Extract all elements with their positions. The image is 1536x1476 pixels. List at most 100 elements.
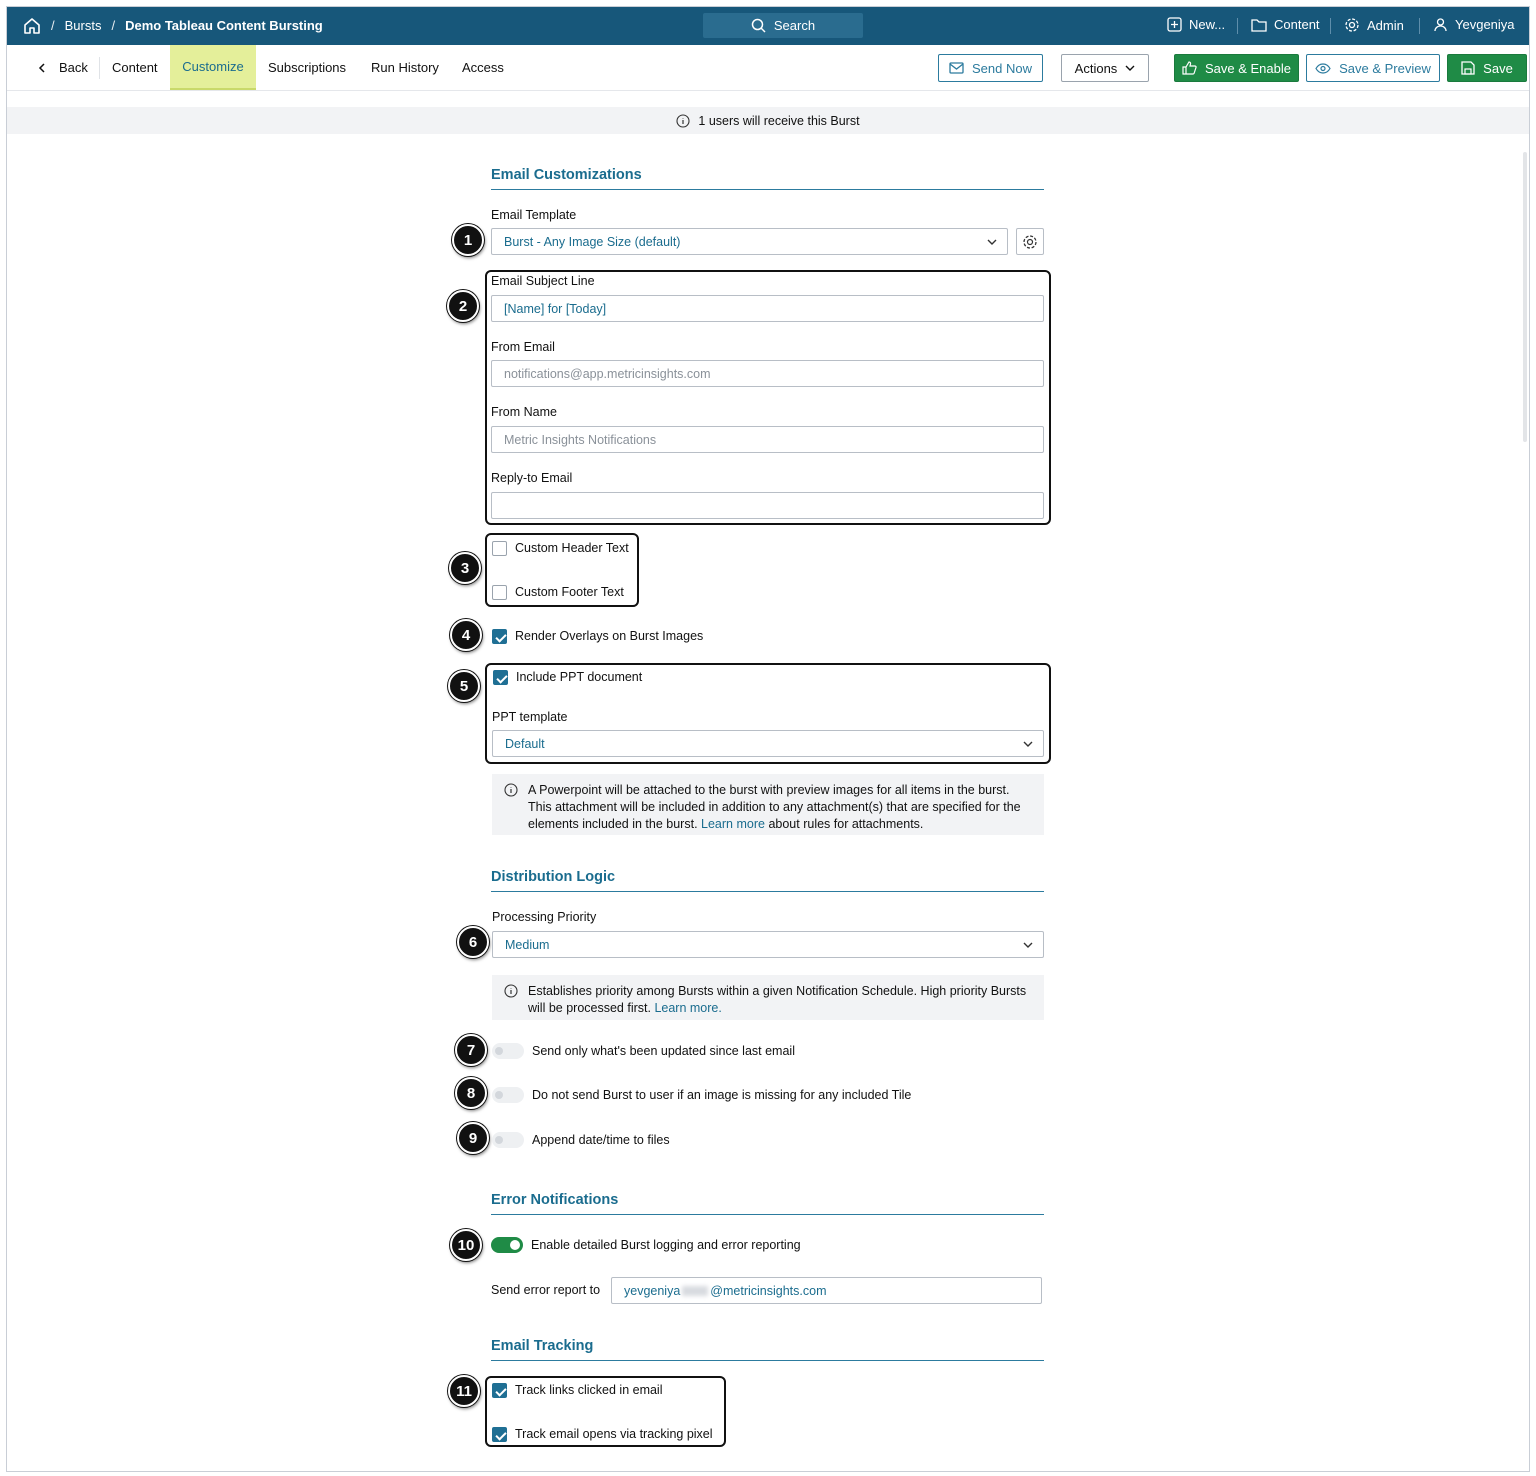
tab-customize[interactable]: Customize: [170, 45, 256, 90]
ppt-info-box: A Powerpoint will be attached to the bur…: [492, 774, 1044, 835]
divider: [1419, 18, 1420, 34]
priority-learn-more-link[interactable]: Learn more.: [654, 1001, 721, 1015]
actions-label: Actions: [1074, 60, 1118, 76]
plus-square-icon: [1167, 17, 1182, 32]
search-button[interactable]: Search: [703, 13, 863, 38]
from-name-label: From Name: [491, 405, 557, 419]
append-datetime-toggle[interactable]: [492, 1132, 524, 1148]
send-updated-only-toggle[interactable]: [492, 1043, 524, 1059]
reply-to-input[interactable]: [491, 492, 1044, 519]
gear-icon: [1023, 234, 1037, 249]
tab-access[interactable]: Access: [450, 45, 516, 90]
from-email-placeholder: notifications@app.metricinsights.com: [504, 366, 711, 381]
processing-priority-select[interactable]: Medium: [492, 931, 1044, 958]
new-menu[interactable]: New...: [1167, 17, 1225, 32]
save-preview-label: Save & Preview: [1339, 60, 1431, 76]
send-now-button[interactable]: Send Now: [938, 54, 1043, 82]
processing-priority-label: Processing Priority: [492, 910, 597, 924]
skip-missing-image-toggle[interactable]: [492, 1087, 524, 1103]
track-links-checkbox[interactable]: [492, 1383, 507, 1398]
render-overlays-label: Render Overlays on Burst Images: [515, 629, 704, 643]
custom-footer-checkbox[interactable]: [492, 585, 507, 600]
detailed-logging-toggle[interactable]: [491, 1237, 523, 1253]
send-now-label: Send Now: [972, 60, 1032, 76]
breadcrumb-bursts[interactable]: Bursts: [65, 18, 102, 33]
callout-badge-5: 5: [448, 670, 480, 702]
breadcrumb: / Bursts / Demo Tableau Content Bursting: [51, 18, 323, 33]
content-menu[interactable]: Content: [1251, 17, 1320, 32]
app-window: / Bursts / Demo Tableau Content Bursting…: [6, 6, 1530, 1472]
subject-line-value: [Name] for [Today]: [504, 301, 607, 316]
callout-badge-9: 9: [457, 1122, 489, 1154]
save-enable-label: Save & Enable: [1204, 60, 1291, 76]
error-report-email-input[interactable]: yevgeniya @metricinsights.com: [611, 1277, 1042, 1304]
ppt-learn-more-link[interactable]: Learn more: [701, 817, 765, 831]
subject-line-label: Email Subject Line: [491, 274, 595, 288]
ppt-template-select[interactable]: Default: [492, 730, 1044, 757]
append-datetime-label: Append date/time to files: [532, 1133, 670, 1147]
custom-header-checkbox[interactable]: [492, 541, 507, 556]
gear-icon: [1345, 18, 1359, 32]
admin-menu[interactable]: Admin: [1344, 17, 1404, 33]
user-icon: [1434, 18, 1447, 32]
callout-badge-2: 2: [447, 290, 479, 322]
render-overlays-checkbox[interactable]: [492, 629, 507, 644]
thumbs-up-icon: [1182, 61, 1197, 75]
breadcrumb-current: Demo Tableau Content Bursting: [125, 18, 323, 33]
chevron-left-icon: [38, 62, 45, 73]
search-icon: [751, 18, 766, 33]
track-opens-checkbox[interactable]: [492, 1427, 507, 1442]
search-label: Search: [773, 18, 816, 33]
tab-run-history[interactable]: Run History: [359, 45, 451, 90]
save-label: Save: [1483, 60, 1513, 76]
editor-toolbar: Back Content Customize Subscriptions Run…: [7, 45, 1529, 91]
save-preview-button[interactable]: Save & Preview: [1306, 54, 1440, 82]
from-email-label: From Email: [491, 340, 555, 354]
chevron-down-icon: [987, 239, 997, 245]
email-template-select[interactable]: Burst - Any Image Size (default): [491, 228, 1008, 255]
processing-priority-value: Medium: [505, 937, 550, 952]
divider: [1237, 18, 1238, 34]
content-label: Content: [1274, 17, 1320, 32]
callout-badge-3: 3: [449, 552, 481, 584]
redacted-text: [682, 1285, 709, 1296]
info-icon: [504, 783, 518, 797]
floppy-disk-icon: [1461, 61, 1475, 75]
divider: [1330, 18, 1331, 34]
ppt-info-text-2: about rules for attachments.: [768, 817, 924, 831]
top-navigation-bar: / Bursts / Demo Tableau Content Bursting…: [7, 7, 1529, 45]
actions-dropdown[interactable]: Actions: [1061, 54, 1149, 82]
envelope-icon: [949, 62, 964, 74]
from-email-input[interactable]: notifications@app.metricinsights.com: [491, 360, 1044, 387]
subject-line-input[interactable]: [Name] for [Today]: [491, 295, 1044, 322]
breadcrumb-separator: /: [111, 18, 116, 33]
reply-to-label: Reply-to Email: [491, 471, 573, 485]
save-enable-button[interactable]: Save & Enable: [1174, 54, 1299, 82]
include-ppt-checkbox[interactable]: [493, 670, 508, 685]
track-links-label: Track links clicked in email: [515, 1383, 663, 1397]
callout-badge-10: 10: [450, 1229, 482, 1261]
tab-content[interactable]: Content: [100, 45, 170, 90]
track-opens-label: Track email opens via tracking pixel: [515, 1427, 713, 1441]
email-template-settings-button[interactable]: [1016, 228, 1044, 255]
recipients-notice: 1 users will receive this Burst: [7, 107, 1529, 134]
ppt-template-value: Default: [505, 736, 545, 751]
recipients-notice-text: 1 users will receive this Burst: [698, 113, 860, 128]
callout-badge-6: 6: [457, 926, 489, 958]
error-notifications-title: Error Notifications: [491, 1192, 1044, 1215]
email-tracking-title: Email Tracking: [491, 1338, 1044, 1361]
eye-icon: [1315, 62, 1331, 74]
from-name-input[interactable]: Metric Insights Notifications: [491, 426, 1044, 453]
callout-badge-1: 1: [452, 224, 484, 256]
new-label: New...: [1189, 17, 1226, 32]
admin-label: Admin: [1367, 17, 1404, 33]
tab-subscriptions[interactable]: Subscriptions: [256, 45, 358, 90]
chevron-down-icon: [1125, 65, 1135, 71]
folder-icon: [1251, 18, 1267, 32]
scrollbar[interactable]: [1523, 152, 1527, 442]
distribution-logic-title: Distribution Logic: [491, 869, 1044, 892]
back-button[interactable]: Back: [25, 45, 100, 90]
home-icon[interactable]: [23, 17, 41, 35]
save-button[interactable]: Save: [1447, 54, 1527, 82]
user-menu[interactable]: Yevgeniya: [1433, 17, 1515, 32]
